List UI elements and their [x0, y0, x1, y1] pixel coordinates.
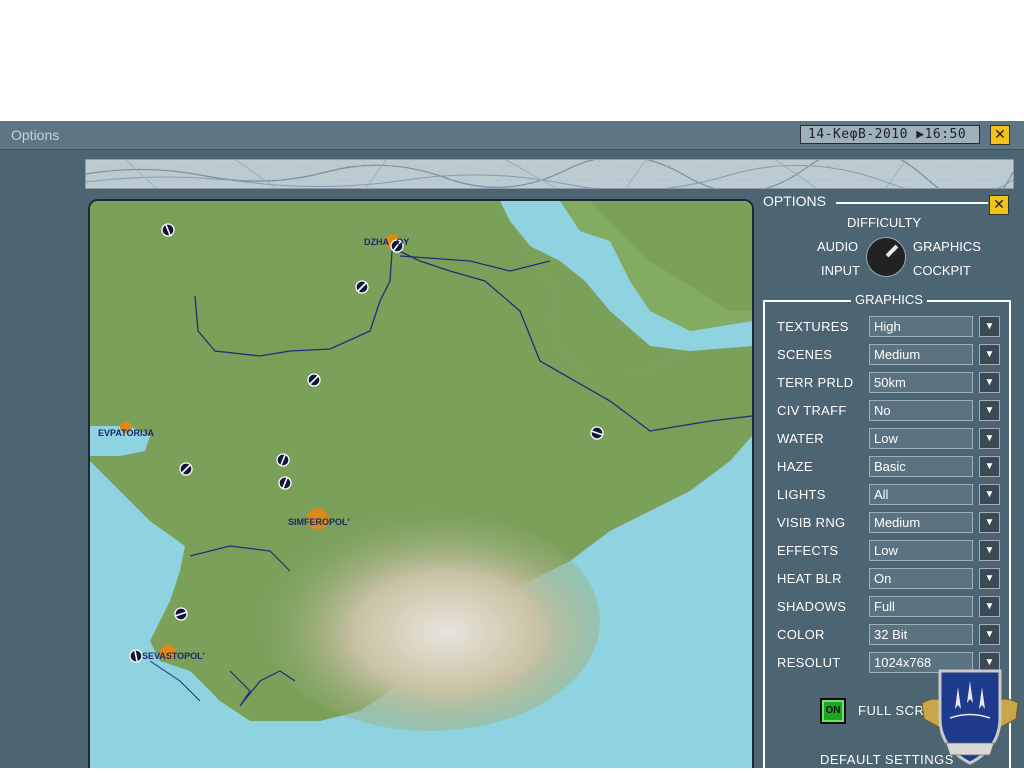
- dropdown-arrow-icon[interactable]: ▼: [979, 512, 1000, 533]
- category-input[interactable]: INPUT: [821, 263, 860, 278]
- setting-label: LIGHTS: [777, 487, 826, 502]
- setting-value-heat-blr[interactable]: On: [869, 568, 973, 589]
- setting-row-scenes: SCENES Medium ▼: [765, 344, 1013, 366]
- setting-row-water: WATER Low ▼: [765, 428, 1013, 450]
- knob-indicator: [885, 244, 899, 258]
- setting-label: SCENES: [777, 347, 833, 362]
- setting-row-terr-prld: TERR PRLD 50km ▼: [765, 372, 1013, 394]
- city-label-simferopol: SIMFEROPOL': [288, 517, 350, 527]
- dropdown-arrow-icon[interactable]: ▼: [979, 372, 1000, 393]
- setting-value-shadows[interactable]: Full: [869, 596, 973, 617]
- setting-value-lights[interactable]: All: [869, 484, 973, 505]
- dropdown-arrow-icon[interactable]: ▼: [979, 428, 1000, 449]
- dropdown-arrow-icon[interactable]: ▼: [979, 484, 1000, 505]
- window-close-button[interactable]: ✕: [990, 125, 1010, 145]
- dropdown-arrow-icon[interactable]: ▼: [979, 624, 1000, 645]
- window-title: Options: [11, 127, 60, 143]
- setting-label: TERR PRLD: [777, 375, 854, 390]
- options-close-button[interactable]: ✕: [989, 195, 1009, 215]
- setting-label: HEAT BLR: [777, 571, 842, 586]
- setting-value-textures[interactable]: High: [869, 316, 973, 337]
- setting-row-civ-traff: CIV TRAFF No ▼: [765, 400, 1013, 422]
- category-audio[interactable]: AUDIO: [817, 239, 858, 254]
- dropdown-arrow-icon[interactable]: ▼: [979, 400, 1000, 421]
- setting-label: COLOR: [777, 627, 825, 642]
- setting-row-lights: LIGHTS All ▼: [765, 484, 1013, 506]
- setting-label: VISIB RNG: [777, 515, 846, 530]
- graphics-group-title: GRAPHICS: [851, 292, 927, 307]
- setting-value-scenes[interactable]: Medium: [869, 344, 973, 365]
- setting-value-haze[interactable]: Basic: [869, 456, 973, 477]
- category-selector-knob[interactable]: [866, 237, 906, 277]
- setting-row-effects: EFFECTS Low ▼: [765, 540, 1013, 562]
- dropdown-arrow-icon[interactable]: ▼: [979, 456, 1000, 477]
- setting-label: EFFECTS: [777, 543, 839, 558]
- title-bar[interactable]: Options 14-KeφB-2010 ▶16:50 ✕: [0, 121, 1024, 150]
- setting-label: TEXTURES: [777, 319, 849, 334]
- setting-value-color[interactable]: 32 Bit: [869, 624, 973, 645]
- category-graphics[interactable]: GRAPHICS: [913, 239, 981, 254]
- setting-label: CIV TRAFF: [777, 403, 847, 418]
- setting-row-shadows: SHADOWS Full ▼: [765, 596, 1013, 618]
- category-difficulty[interactable]: DIFFICULTY: [847, 215, 921, 230]
- full-screen-toggle[interactable]: ON: [820, 698, 846, 724]
- setting-row-visib-rng: VISIB RNG Medium ▼: [765, 512, 1013, 534]
- squadron-emblem-logo: [920, 663, 1020, 768]
- setting-label: WATER: [777, 431, 824, 446]
- dropdown-arrow-icon[interactable]: ▼: [979, 596, 1000, 617]
- setting-row-textures: TEXTURES High ▼: [765, 316, 1013, 338]
- setting-row-haze: HAZE Basic ▼: [765, 456, 1013, 478]
- dropdown-arrow-icon[interactable]: ▼: [979, 344, 1000, 365]
- setting-label: RESOLUT: [777, 655, 841, 670]
- setting-value-effects[interactable]: Low: [869, 540, 973, 561]
- dropdown-arrow-icon[interactable]: ▼: [979, 568, 1000, 589]
- options-title: OPTIONS: [763, 193, 827, 209]
- setting-value-water[interactable]: Low: [869, 428, 973, 449]
- city-label-dzhankoy: DZHA OY: [364, 237, 409, 247]
- setting-value-visib-rng[interactable]: Medium: [869, 512, 973, 533]
- city-label-sevastopol: SEVASTOPOL': [142, 651, 205, 661]
- setting-row-color: COLOR 32 Bit ▼: [765, 624, 1013, 646]
- date-time-display: 14-KeφB-2010 ▶16:50: [800, 125, 980, 144]
- setting-row-heat-blr: HEAT BLR On ▼: [765, 568, 1013, 590]
- map-view[interactable]: DZHA OY EVPATORIJA SIMFEROPOL' SEVASTOPO…: [88, 199, 754, 768]
- dropdown-arrow-icon[interactable]: ▼: [979, 540, 1000, 561]
- setting-label: HAZE: [777, 459, 813, 474]
- category-cockpit[interactable]: COCKPIT: [913, 263, 971, 278]
- options-title-rule: [836, 202, 988, 204]
- setting-label: SHADOWS: [777, 599, 847, 614]
- setting-value-terr-prld[interactable]: 50km: [869, 372, 973, 393]
- map-strip-banner: [85, 159, 1014, 189]
- dropdown-arrow-icon[interactable]: ▼: [979, 316, 1000, 337]
- city-label-evpatorija: EVPATORIJA: [98, 428, 155, 438]
- options-window: Options 14-KeφB-2010 ▶16:50 ✕ DZHA OY EV…: [0, 121, 1024, 768]
- setting-value-civ-traff[interactable]: No: [869, 400, 973, 421]
